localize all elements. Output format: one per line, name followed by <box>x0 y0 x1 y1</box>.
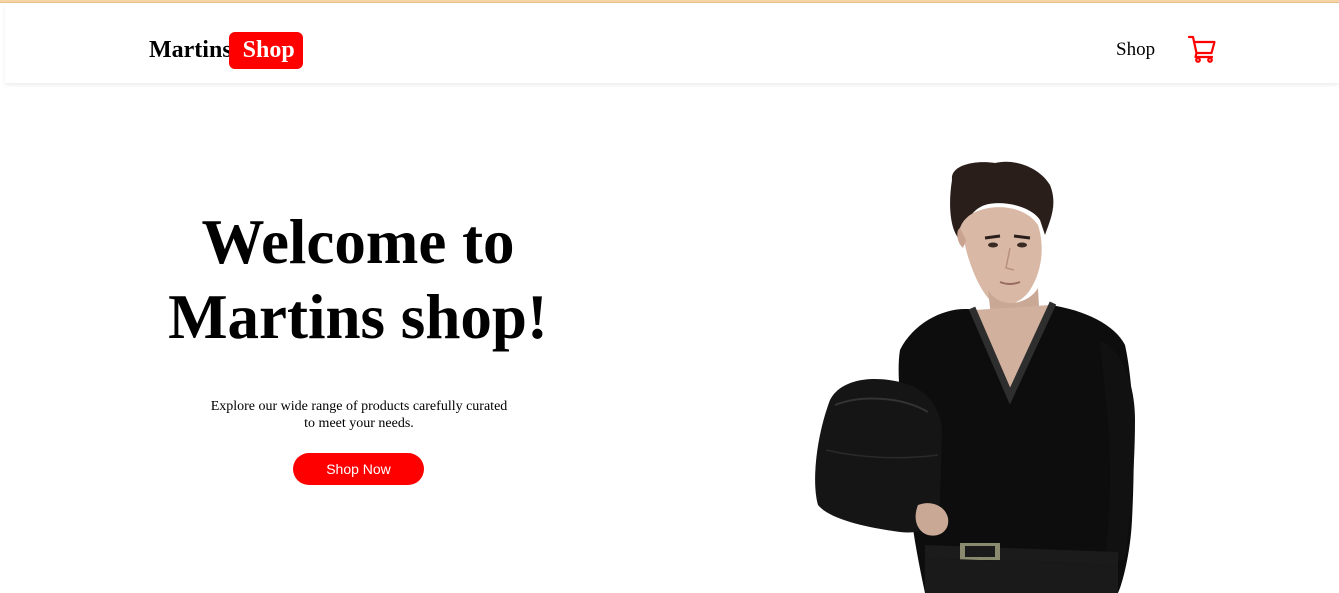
navbar: Martins Shop Shop <box>5 4 1339 83</box>
hero-title-line-2: Martins shop! <box>168 282 548 352</box>
brand-name-badge: Shop <box>228 31 303 69</box>
top-border <box>0 0 1339 3</box>
hero-model-image <box>800 160 1150 593</box>
brand-logo[interactable]: Martins Shop <box>149 31 303 69</box>
hero-title-line-1: Welcome to <box>201 207 515 277</box>
shop-now-button[interactable]: Shop Now <box>293 453 424 485</box>
hero-description: Explore our wide range of products caref… <box>200 398 518 432</box>
hero-title: Welcome to Martins shop! <box>140 205 576 355</box>
nav-link-shop[interactable]: Shop <box>1116 39 1155 61</box>
hero-description-line-1: Explore our wide range of products caref… <box>210 399 508 414</box>
hero-description-line-2: to meet your needs. <box>304 416 414 431</box>
cart-icon[interactable] <box>1187 33 1217 63</box>
brand-name-primary: Martins <box>149 36 232 63</box>
